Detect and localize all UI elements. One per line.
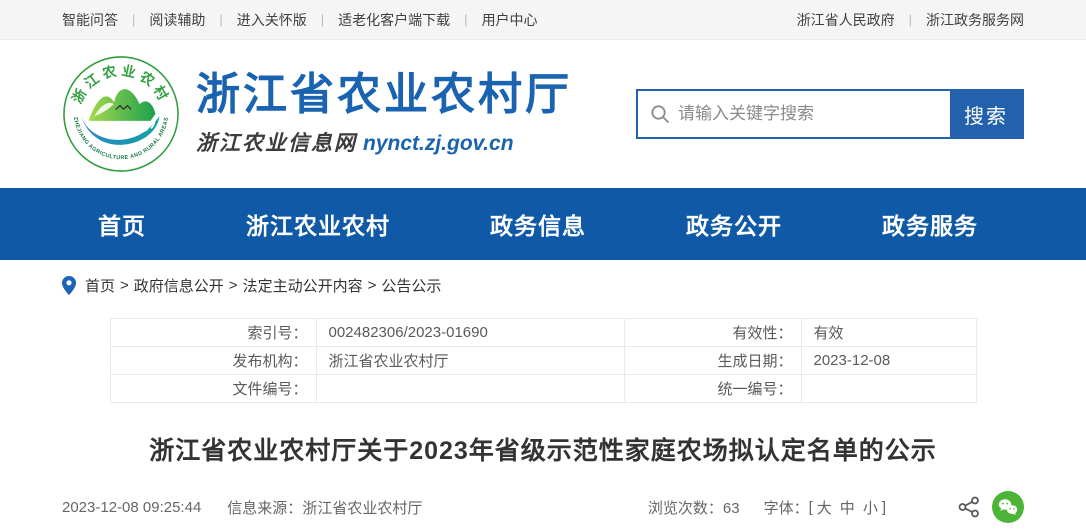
nav-item-zhejiang-agriculture[interactable]: 浙江农业农村 [246,207,390,241]
separator: | [464,12,467,27]
font-size-bracket: ] [882,499,886,516]
breadcrumb-home[interactable]: 首页 [85,275,115,296]
link-smart-qa[interactable]: 智能问答 [62,10,118,30]
breadcrumb-separator: > [120,277,129,294]
unified-number-value [801,375,976,403]
nav-item-gov-information[interactable]: 政务信息 [490,207,586,241]
wechat-share-icon[interactable] [992,491,1024,523]
document-number-label: 文件编号： [110,375,316,403]
nav-item-gov-disclosure[interactable]: 政务公开 [686,207,782,241]
breadcrumb-announcements[interactable]: 公告公示 [381,275,441,296]
article-title: 浙江省农业农村厅关于2023年省级示范性家庭农场拟认定名单的公示 [0,431,1086,467]
view-count-label: 浏览次数： [648,500,723,517]
share-icon[interactable] [958,496,980,518]
table-row: 文件编号： 统一编号： [110,375,976,403]
index-number-value: 002482306/2023-01690 [316,319,624,347]
search-button[interactable]: 搜索 [950,91,1022,137]
table-row: 索引号： 002482306/2023-01690 有效性： 有效 [110,319,976,347]
separator: | [321,12,324,27]
font-size-medium[interactable]: 中 [840,497,855,518]
breadcrumb-separator: > [368,277,377,294]
view-count: 浏览次数：63 [648,497,740,518]
breadcrumb-gov-info-disclosure[interactable]: 政府信息公开 [134,275,224,296]
generation-date-value: 2023-12-08 [801,347,976,375]
separator: | [219,12,222,27]
source-value: 浙江省农业农村厅 [302,497,422,518]
font-size-large[interactable]: 大 [817,497,832,518]
search-input[interactable] [678,91,950,137]
nav-item-home[interactable]: 首页 [98,207,146,241]
agency-logo: 浙江农业农村 ZHEJIANG AGRICULTURE AND RURAL AR… [62,55,180,173]
unified-number-label: 统一编号： [624,375,801,403]
site-subtitle: 浙江农业信息网 nynct.zj.gov.cn [196,127,572,157]
breadcrumb: 首页 > 政府信息公开 > 法定主动公开内容 > 公告公示 [62,260,1024,310]
separator: | [909,12,912,27]
site-title[interactable]: 浙江省农业农村厅 [196,71,572,119]
link-zhejiang-service-net[interactable]: 浙江政务服务网 [926,10,1024,30]
topbar-right-links: 浙江省人民政府 | 浙江政务服务网 [797,10,1024,30]
topbar-left-links: 智能问答 | 阅读辅助 | 进入关怀版 | 适老化客户端下载 | 用户中心 [62,10,538,30]
link-elderly-client-download[interactable]: 适老化客户端下载 [338,10,450,30]
validity-label: 有效性： [624,319,801,347]
document-info-table: 索引号： 002482306/2023-01690 有效性： 有效 发布机构： … [110,318,977,403]
site-url: nynct.zj.gov.cn [363,132,514,155]
validity-value: 有效 [801,319,976,347]
separator: | [132,12,135,27]
font-size-label: 字体： [764,497,809,518]
location-pin-icon [62,276,76,295]
font-size-selector: 字体： [ 大 中 小 ] [764,497,886,518]
masthead: 浙江农业农村 ZHEJIANG AGRICULTURE AND RURAL AR… [0,40,1086,188]
breadcrumb-separator: > [229,277,238,294]
main-navigation: 首页 浙江农业农村 政务信息 政务公开 政务服务 [0,188,1086,260]
link-care-version[interactable]: 进入关怀版 [237,10,307,30]
nav-item-gov-services[interactable]: 政务服务 [882,207,978,241]
generation-date-label: 生成日期： [624,347,801,375]
search-icon [638,91,678,137]
issuing-agency-label: 发布机构： [110,347,316,375]
index-number-label: 索引号： [110,319,316,347]
font-size-small[interactable]: 小 [863,497,878,518]
breadcrumb-statutory-disclosure[interactable]: 法定主动公开内容 [243,275,363,296]
publish-timestamp: 2023-12-08 09:25:44 [62,499,201,516]
site-subtitle-name: 浙江农业信息网 [196,132,357,155]
link-reading-aid[interactable]: 阅读辅助 [149,10,205,30]
link-zhejiang-gov[interactable]: 浙江省人民政府 [797,10,895,30]
table-row: 发布机构： 浙江省农业农村厅 生成日期： 2023-12-08 [110,347,976,375]
source-label: 信息来源： [227,497,302,518]
document-number-value [316,375,624,403]
issuing-agency-value: 浙江省农业农村厅 [316,347,624,375]
font-size-bracket: [ [809,499,813,516]
view-count-value: 63 [723,500,740,517]
article-meta-bar: 2023-12-08 09:25:44 信息来源： 浙江省农业农村厅 浏览次数：… [62,491,1024,523]
search-box: 搜索 [636,89,1024,139]
link-user-center[interactable]: 用户中心 [482,10,538,30]
top-utility-bar: 智能问答 | 阅读辅助 | 进入关怀版 | 适老化客户端下载 | 用户中心 浙江… [0,0,1086,40]
